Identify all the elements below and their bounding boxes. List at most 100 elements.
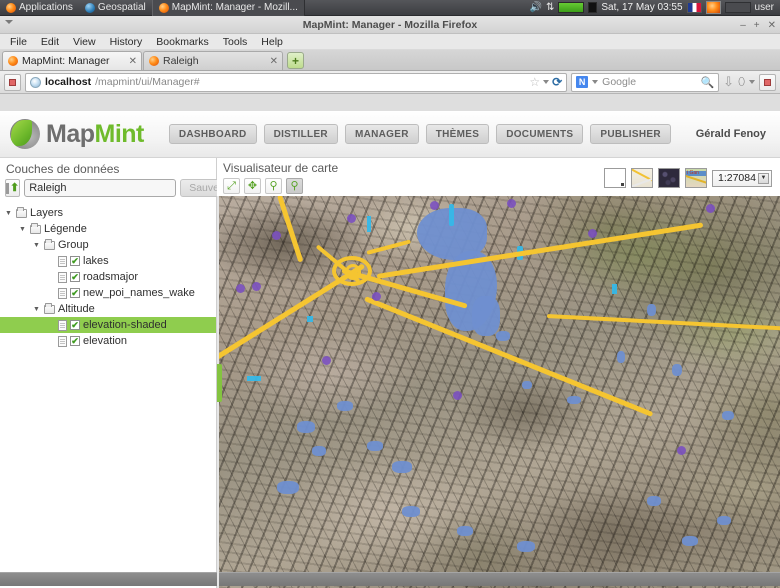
tree-layer-row[interactable]: ✔ elevation-shaded — [0, 317, 216, 333]
tab-close-icon[interactable]: ✕ — [125, 56, 137, 67]
tree-layer-row[interactable]: ✔ new_poi_names_wake — [0, 285, 216, 301]
nav-manager[interactable]: MANAGER — [344, 124, 419, 144]
pan-icon[interactable]: ✥ — [244, 178, 261, 194]
geospatial-menu[interactable]: Geospatial — [79, 0, 152, 16]
layer-file-icon — [58, 335, 67, 347]
tree-group-row[interactable]: ▼ Group — [0, 237, 216, 253]
search-icon[interactable]: 🔍 — [700, 76, 714, 89]
web-page-content: MapMint DASHBOARD DISTILLER MANAGER THÈM… — [0, 111, 780, 588]
basemap-blank[interactable] — [604, 168, 626, 188]
chevron-down-icon[interactable]: ▼ — [18, 226, 27, 233]
tree-layer-row[interactable]: ✔ lakes — [0, 253, 216, 269]
clock[interactable]: Sat, 17 May 03:55 — [601, 2, 682, 13]
layer-tree: ▼ Layers ▼ Légende ▼ Group ✔ lakes ✔ roadsmajor ✔ n… — [0, 201, 216, 349]
reload-icon[interactable]: ⟳ — [552, 75, 562, 89]
applications-menu[interactable]: Applications — [0, 0, 79, 16]
chevron-down-icon[interactable]: ▼ — [32, 306, 41, 313]
menu-view[interactable]: View — [67, 35, 102, 49]
tree-group-row[interactable]: ▼ Altitude — [0, 301, 216, 317]
poi-marker[interactable] — [272, 231, 281, 240]
layer-visibility-checkbox[interactable]: ✔ — [70, 288, 80, 298]
french-flag-icon[interactable] — [686, 2, 702, 13]
layer-visibility-checkbox[interactable]: ✔ — [70, 336, 80, 346]
poi-marker[interactable] — [706, 204, 715, 213]
poi-marker[interactable] — [236, 284, 245, 293]
zoom-box-icon[interactable]: ⚲ — [286, 178, 303, 194]
menu-file[interactable]: File — [4, 35, 33, 49]
maximize-button[interactable]: + — [754, 20, 760, 31]
taskbar-window-button[interactable]: MapMint: Manager - Mozill... — [151, 0, 305, 16]
mapmint-logo[interactable]: MapMint — [10, 119, 144, 149]
nav-documents[interactable]: DOCUMENTS — [496, 124, 584, 144]
panel-resize-handle[interactable] — [217, 364, 222, 402]
tab-raleigh[interactable]: Raleigh ✕ — [143, 51, 283, 70]
chevron-down-icon[interactable]: ▼ — [32, 242, 41, 249]
menu-help[interactable]: Help — [255, 35, 289, 49]
menu-tools[interactable]: Tools — [217, 35, 254, 49]
zoom-to-extent-icon[interactable]: ⤢ — [223, 178, 240, 194]
tab-mapmint-manager[interactable]: MapMint: Manager ✕ — [2, 51, 142, 70]
chevron-down-icon[interactable] — [543, 80, 550, 84]
tree-group-row[interactable]: ▼ Layers — [0, 205, 216, 221]
nav-publisher[interactable]: PUBLISHER — [590, 124, 671, 144]
chevron-down-icon[interactable]: ▼ — [758, 172, 769, 184]
basemap-hybrid[interactable] — [685, 168, 707, 188]
map-canvas[interactable] — [217, 196, 780, 588]
tab-close-icon[interactable]: ✕ — [266, 56, 278, 67]
map-name-input[interactable] — [24, 179, 177, 197]
home-button[interactable] — [759, 73, 776, 91]
extension-icon[interactable]: ⬯ — [738, 76, 745, 89]
poi-marker[interactable] — [372, 292, 381, 301]
downloads-icon[interactable]: ⇩ — [723, 74, 734, 90]
poi-marker[interactable] — [588, 229, 597, 238]
poi-marker[interactable] — [677, 446, 686, 455]
tab-label: MapMint: Manager — [22, 55, 110, 67]
network-icon[interactable]: ⇅ — [546, 2, 554, 13]
chevron-down-icon[interactable] — [592, 80, 599, 84]
chevron-down-icon[interactable] — [749, 80, 755, 84]
window-menu-icon[interactable] — [5, 20, 13, 24]
volume-icon[interactable]: 🔊 — [530, 2, 542, 13]
minimize-button[interactable]: – — [740, 20, 746, 31]
poi-marker[interactable] — [347, 214, 356, 223]
basemap-satellite[interactable] — [658, 168, 680, 188]
layer-visibility-checkbox[interactable]: ✔ — [70, 272, 80, 282]
zoom-in-icon[interactable]: ⚲ — [265, 178, 282, 194]
search-engine-icon[interactable]: N — [576, 76, 589, 88]
tree-group-row[interactable]: ▼ Légende — [0, 221, 216, 237]
os-tray: 🔊 ⇅ Sat, 17 May 03:55 user — [530, 1, 780, 14]
tree-layer-row[interactable]: ✔ roadsmajor — [0, 269, 216, 285]
poi-marker[interactable] — [507, 199, 516, 208]
nav-themes[interactable]: THÈMES — [425, 124, 490, 144]
layer-visibility-checkbox[interactable]: ✔ — [70, 320, 80, 330]
import-layer-button[interactable]: ⬆ — [5, 179, 21, 197]
map-viewer-panel: Visualisateur de carte ⤢ ✥ ⚲ ⚲ 1:27084 — [217, 158, 780, 588]
new-tab-button[interactable]: + — [287, 52, 304, 69]
menu-history[interactable]: History — [104, 35, 149, 49]
nav-distiller[interactable]: DISTILLER — [263, 124, 338, 144]
tree-layer-row[interactable]: ✔ elevation — [0, 333, 216, 349]
bookmark-star-icon[interactable]: ☆ — [529, 75, 540, 89]
user-name[interactable]: Gérald Fenoy — [696, 128, 770, 140]
address-bar[interactable]: localhost /mapmint/ui/Manager# ☆ ⟳ — [25, 72, 568, 92]
close-button[interactable]: ✕ — [768, 20, 776, 31]
stream-line — [612, 284, 617, 294]
menu-edit[interactable]: Edit — [35, 35, 65, 49]
lake-polygon — [647, 304, 656, 316]
poi-marker[interactable] — [322, 356, 331, 365]
user-label[interactable]: user — [755, 2, 774, 13]
chevron-down-icon[interactable]: ▼ — [4, 210, 13, 217]
scale-select[interactable]: 1:27084 ▼ — [712, 169, 772, 187]
menu-bookmarks[interactable]: Bookmarks — [150, 35, 215, 49]
layer-file-icon — [58, 271, 67, 283]
back-forward-icon[interactable] — [4, 73, 21, 91]
search-bar[interactable]: N Google 🔍 — [571, 72, 720, 92]
basemap-roads[interactable] — [631, 168, 653, 188]
poi-marker[interactable] — [453, 391, 462, 400]
window-titlebar: MapMint: Manager - Mozilla Firefox – + ✕ — [0, 16, 780, 34]
tray-firefox-icon[interactable] — [705, 1, 721, 14]
nav-dashboard[interactable]: DASHBOARD — [168, 124, 257, 144]
poi-marker[interactable] — [430, 201, 439, 210]
poi-marker[interactable] — [252, 282, 261, 291]
layer-visibility-checkbox[interactable]: ✔ — [70, 256, 80, 266]
